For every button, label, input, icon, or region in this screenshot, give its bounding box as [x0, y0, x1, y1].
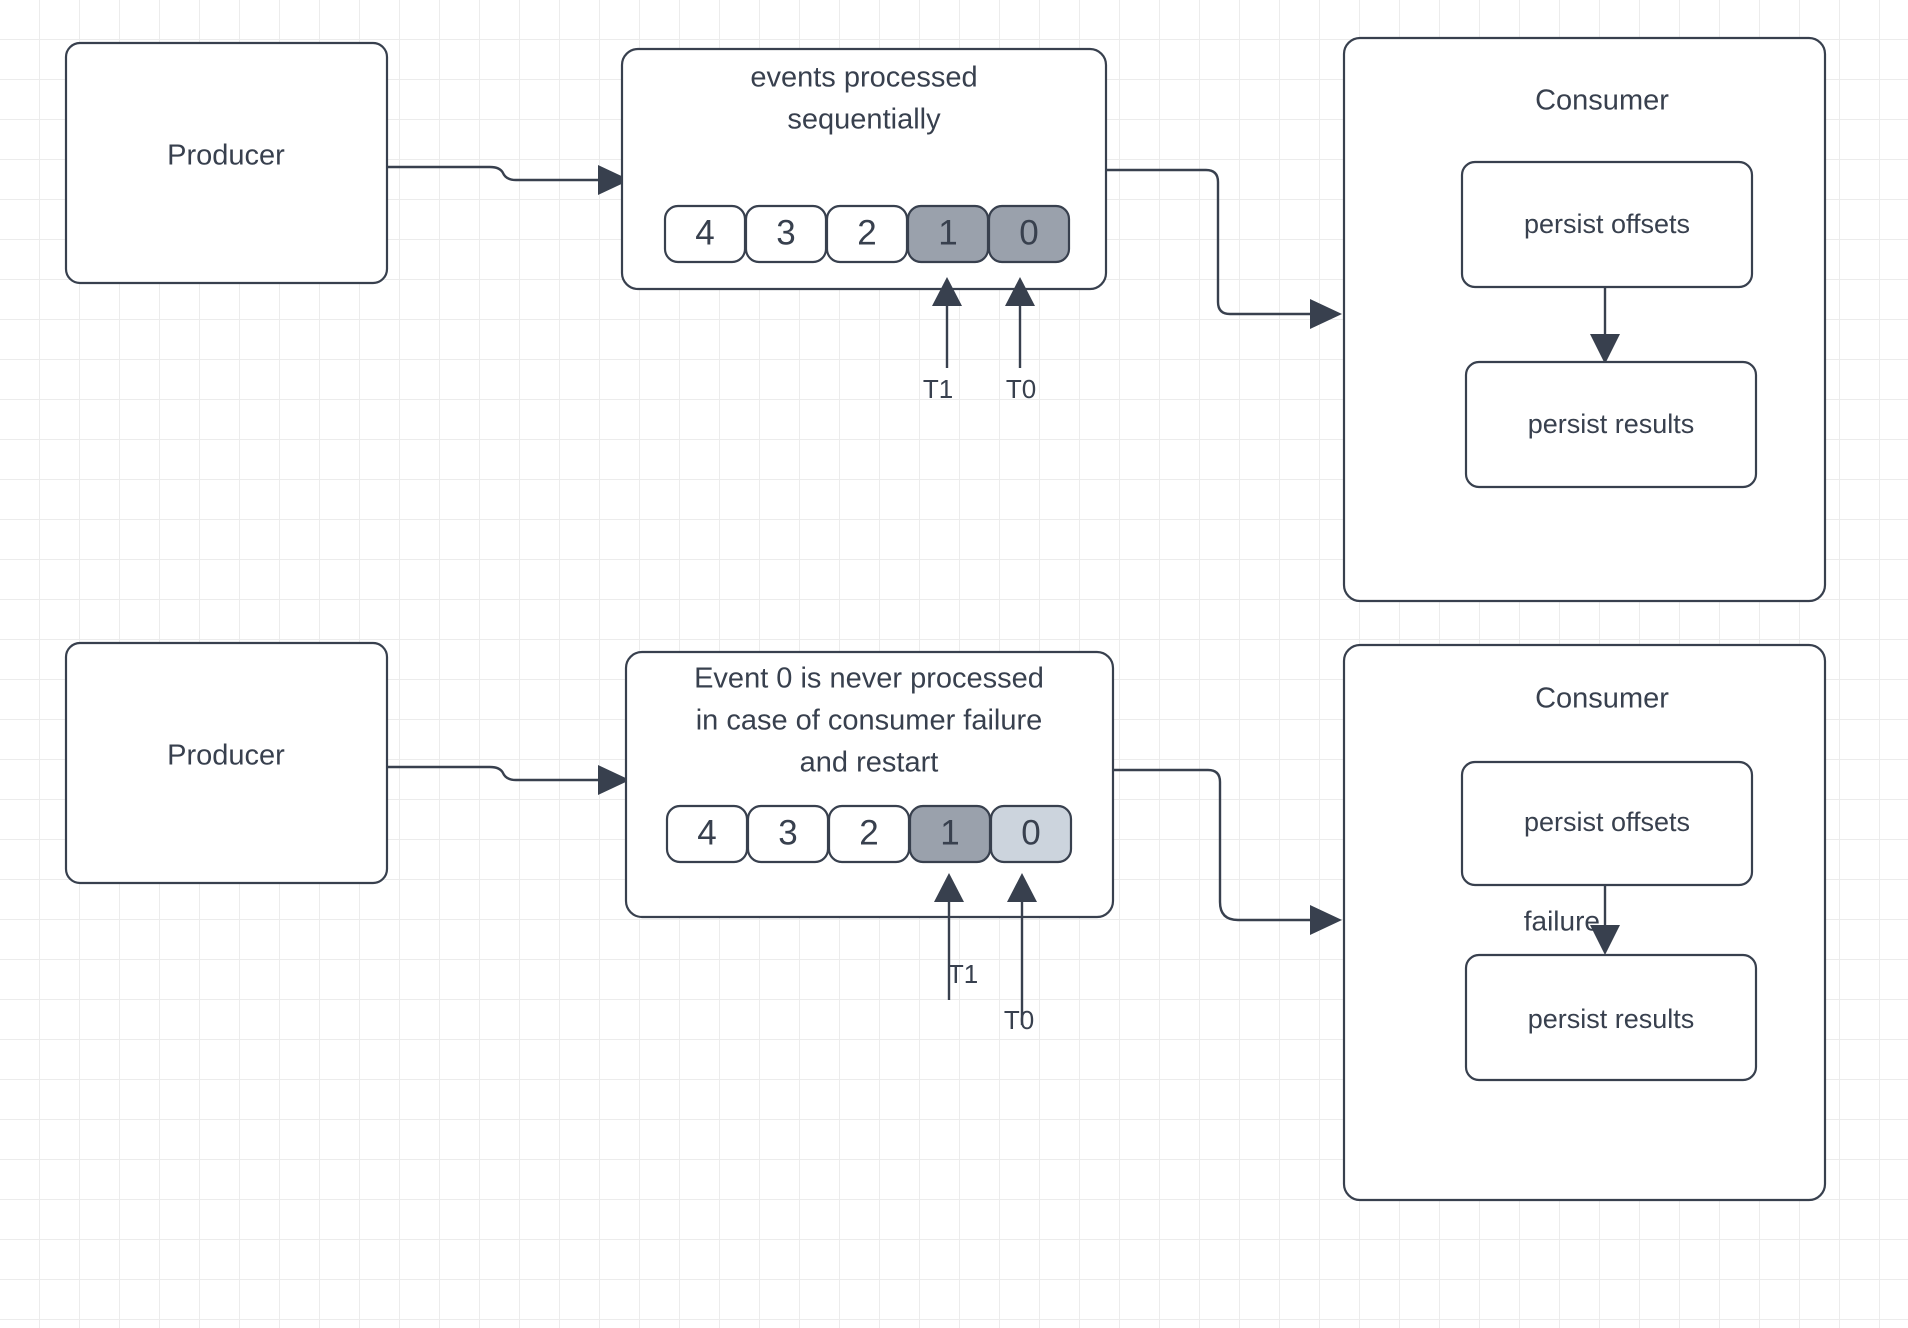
stream-caption-line-2-bottom: in case of consumer failure [696, 705, 1043, 737]
stream-caption-line-1-bottom: Event 0 is never processed [694, 663, 1044, 695]
event-label: 0 [1021, 813, 1040, 852]
edge-producer-to-stream-bottom [387, 765, 630, 795]
stream-caption-line-3-bottom: and restart [800, 747, 939, 779]
event-cell-1-bottom[interactable]: 1 [908, 804, 992, 864]
event-cell-2-bottom[interactable]: 2 [827, 804, 911, 864]
consumer-title-bottom: Consumer [1535, 683, 1669, 715]
event-label: 2 [859, 813, 878, 852]
event-cell-4-bottom[interactable]: 4 [665, 804, 749, 864]
event-cell-3-bottom[interactable]: 3 [746, 804, 830, 864]
stream-node-bottom[interactable]: Event 0 is never processed in case of co… [624, 650, 1115, 919]
event-label: 4 [697, 813, 716, 852]
consumer-step-label: persist results [1528, 1004, 1695, 1034]
consumer-node-bottom[interactable]: Consumer persist offsets failure persist… [1342, 643, 1827, 1202]
event-cell-0-bottom[interactable]: 0 [989, 804, 1073, 864]
arrowhead-icon [1310, 905, 1342, 935]
edge-stream-to-consumer-bottom [1113, 768, 1342, 935]
tick-label: T1 [948, 959, 978, 989]
producer-node-bottom[interactable]: Producer [64, 641, 389, 885]
edge-label-failure: failure [1524, 905, 1600, 936]
consumer-step-persist-results-bottom[interactable]: persist results [1464, 953, 1758, 1082]
row-failure-layer: Producer Event 0 is never processed in c… [64, 641, 1827, 1202]
consumer-step-label: persist offsets [1524, 807, 1690, 837]
event-label: 1 [940, 813, 959, 852]
consumer-step-persist-offsets-bottom[interactable]: persist offsets [1460, 760, 1754, 887]
event-label: 3 [778, 813, 797, 852]
producer-label-bottom: Producer [167, 740, 285, 772]
diagram-canvas: Producer events processed sequentially 4… [0, 0, 1908, 1328]
tick-label: T0 [1004, 1005, 1034, 1035]
